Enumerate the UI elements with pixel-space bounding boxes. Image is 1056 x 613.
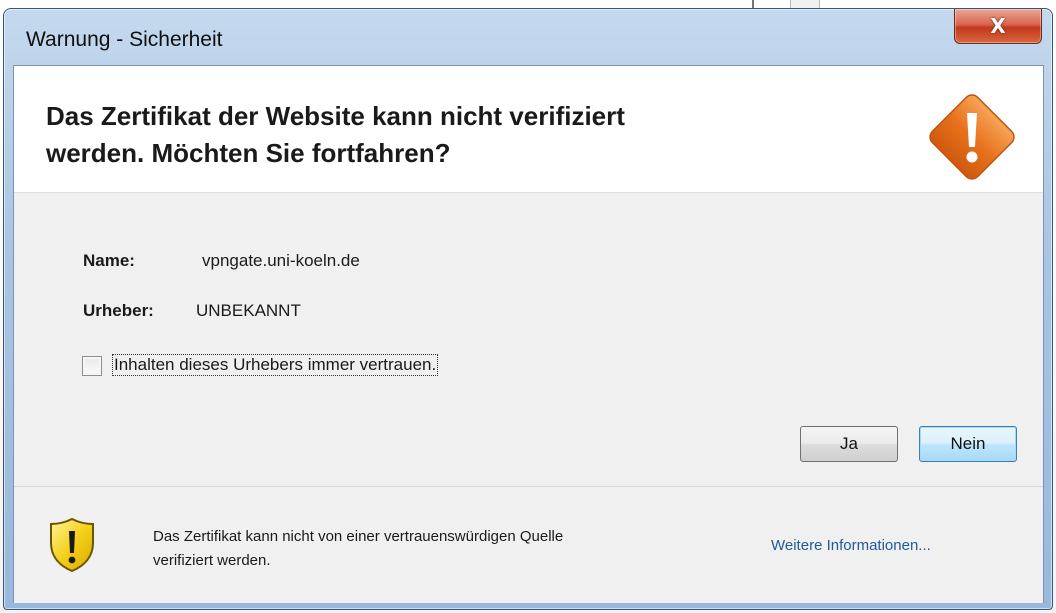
trust-publisher-checkbox[interactable] [82, 356, 102, 376]
no-button[interactable]: Nein [919, 426, 1017, 462]
close-icon: X [990, 14, 1006, 38]
window-title: Warnung - Sicherheit [26, 28, 223, 51]
warning-shield-icon [50, 517, 94, 573]
more-info-link[interactable]: Weitere Informationen... [771, 537, 931, 554]
dialog-footer: Das Zertifikat kann nicht von einer vert… [14, 486, 1043, 603]
trust-publisher-label[interactable]: Inhalten dieses Urhebers immer vertrauen… [112, 354, 439, 376]
name-value: vpngate.uni-koeln.de [202, 251, 360, 270]
footer-message: Das Zertifikat kann nicht von einer vert… [153, 525, 733, 573]
warning-diamond-icon [929, 94, 1015, 180]
title-bar[interactable]: Warnung - Sicherheit X [4, 9, 1052, 65]
headline-line-1: Das Zertifikat der Website kann nicht ve… [46, 101, 625, 131]
publisher-label: Urheber: [83, 301, 154, 320]
yes-button[interactable]: Ja [800, 426, 898, 462]
headline-line-2: werden. Möchten Sie fortfahren? [46, 138, 451, 168]
name-label: Name: [83, 251, 135, 270]
dialog-body: Das Zertifikat der Website kann nicht ve… [13, 65, 1044, 603]
dialog-header: Das Zertifikat der Website kann nicht ve… [14, 66, 1043, 193]
security-warning-dialog: Warnung - Sicherheit X Das Zertifikat de… [3, 8, 1053, 610]
headline: Das Zertifikat der Website kann nicht ve… [46, 98, 846, 172]
footer-message-line-2: verifiziert werden. [153, 552, 271, 569]
yes-button-label: Ja [840, 434, 858, 453]
no-button-label: Nein [950, 434, 986, 453]
footer-message-line-1: Das Zertifikat kann nicht von einer vert… [153, 528, 564, 545]
publisher-value: UNBEKANNT [196, 301, 301, 320]
close-button[interactable]: X [954, 9, 1042, 44]
